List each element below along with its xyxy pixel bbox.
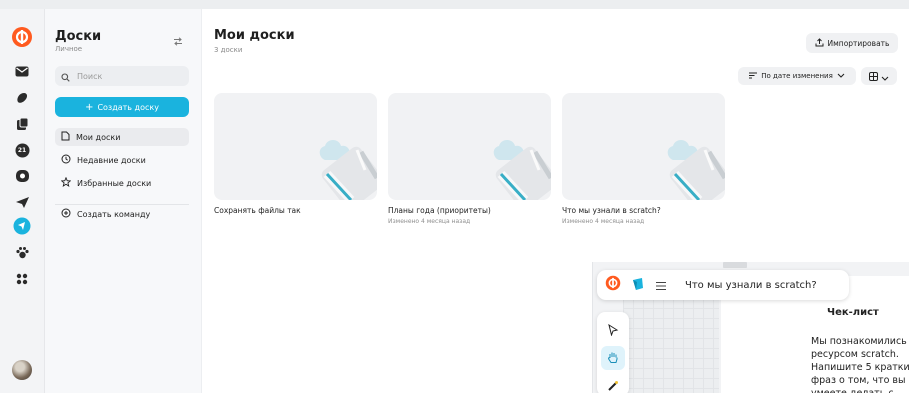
upload-icon <box>815 37 824 49</box>
calendar-day-label: 21 <box>17 146 27 154</box>
board-meta: Изменено 4 месяца назад <box>388 218 471 225</box>
sort-label: По дате изменения <box>761 72 833 80</box>
preview-tools-panel <box>597 312 629 393</box>
import-button[interactable]: Импортировать <box>806 33 898 53</box>
sidebar-subtitle: Личное <box>55 45 83 53</box>
sort-dropdown[interactable]: По дате изменения <box>738 67 856 85</box>
app-rail: 21 <box>0 9 45 393</box>
preview-canvas-grid <box>623 298 719 393</box>
logo-icon[interactable] <box>11 26 33 48</box>
sidebar-item-label: Мои доски <box>76 132 121 142</box>
create-board-label: Создать доску <box>97 102 159 112</box>
board-thumbnail <box>562 93 725 200</box>
search-box[interactable] <box>55 66 189 86</box>
notes-icon[interactable] <box>13 115 31 133</box>
preview-board-title[interactable]: Что мы узнали в scratch? <box>685 280 817 291</box>
grid-view-icon <box>869 69 878 84</box>
avatar[interactable] <box>12 360 32 380</box>
sidebar-item-label: Избранные доски <box>77 178 152 188</box>
board-placeholder-icon <box>493 140 551 200</box>
collapse-sidebar-icon[interactable] <box>173 31 183 50</box>
sidebar-item-recent-boards[interactable]: Недавние доски <box>55 151 189 169</box>
boards-count: 3 доски <box>214 46 243 54</box>
boards-icon[interactable] <box>13 217 31 235</box>
create-board-button[interactable]: + Создать доску <box>55 97 189 117</box>
checklist-title: Чек-лист <box>827 307 879 318</box>
pen-icon <box>607 377 619 393</box>
board-placeholder-icon <box>319 140 377 200</box>
file-icon <box>61 131 70 143</box>
board-name: Планы года (приоритеты) <box>388 206 491 215</box>
create-team-label: Создать команду <box>77 209 151 219</box>
menu-icon[interactable] <box>655 276 667 295</box>
mail-icon[interactable] <box>13 62 31 80</box>
board-preview-overlay: Что мы узнали в scratch? Чек-лист Мы поз… <box>592 262 909 393</box>
telemost-icon[interactable] <box>13 167 31 185</box>
hand-tool[interactable] <box>601 346 625 370</box>
board-card[interactable]: Сохранять файлы так <box>214 93 377 218</box>
preview-toolbar: Что мы узнали в scratch? <box>597 270 849 300</box>
messenger-icon[interactable] <box>13 193 31 211</box>
pointer-icon <box>607 321 619 340</box>
import-label: Импортировать <box>827 38 890 48</box>
sort-icon <box>749 72 758 81</box>
preview-tab-handle <box>723 262 747 268</box>
chevron-down-icon <box>837 72 845 80</box>
checklist-text: Мы познакомились с ресурсом scratch. Нап… <box>811 336 909 393</box>
sidebar-item-my-boards[interactable]: Мои доски <box>55 128 189 146</box>
view-mode-dropdown[interactable] <box>861 67 897 85</box>
plus-icon: + <box>85 101 94 113</box>
board-card[interactable]: Что мы узнали в scratch? Изменено 4 меся… <box>562 93 725 225</box>
board-thumbnail <box>214 93 377 200</box>
sidebar-title: Доски <box>55 29 102 44</box>
hand-icon <box>607 349 619 368</box>
search-input[interactable] <box>75 70 179 82</box>
chevron-down-icon <box>881 69 889 84</box>
pointer-tool[interactable] <box>601 318 625 342</box>
board-placeholder-icon <box>667 140 725 200</box>
calendar-21-icon[interactable]: 21 <box>13 141 31 159</box>
board-name: Сохранять файлы так <box>214 206 301 215</box>
apps-grid-icon[interactable] <box>13 270 31 288</box>
search-icon <box>61 67 70 86</box>
create-team-button[interactable]: Создать команду <box>55 205 189 223</box>
board-card[interactable]: Планы года (приоритеты) Изменено 4 месяц… <box>388 93 551 225</box>
page-title: Мои доски <box>214 28 295 43</box>
paw-icon[interactable] <box>13 244 31 262</box>
board-meta: Изменено 4 месяца назад <box>562 218 645 225</box>
clock-icon <box>61 154 71 166</box>
window-top-strip <box>0 0 909 9</box>
board-thumbnail <box>388 93 551 200</box>
boards-sidebar: Доски Личное + Создать доску Мои доски Н… <box>45 9 202 393</box>
boards-app-icon[interactable] <box>631 276 645 295</box>
plus-circle-icon <box>61 208 71 220</box>
logo-icon[interactable] <box>605 275 621 295</box>
pen-tool[interactable] <box>601 374 625 393</box>
sidebar-item-favorite-boards[interactable]: Избранные доски <box>55 174 189 192</box>
disk-icon[interactable] <box>13 89 31 107</box>
sidebar-item-label: Недавние доски <box>77 155 146 165</box>
board-name: Что мы узнали в scratch? <box>562 206 661 215</box>
star-icon <box>60 176 72 189</box>
